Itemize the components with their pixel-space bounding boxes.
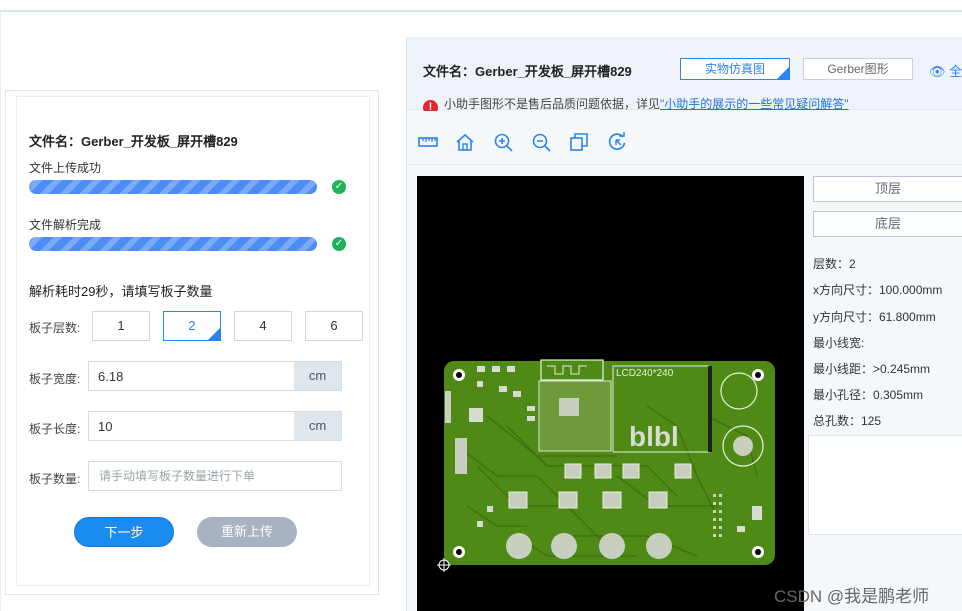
bottom-layer-button[interactable]: 底层 bbox=[813, 211, 962, 237]
width-unit: cm bbox=[294, 362, 341, 390]
pcb-canvas[interactable]: LCD240*240 blbl bbox=[417, 176, 804, 611]
layer-option-2[interactable]: 2 ✓ bbox=[163, 311, 221, 341]
fullscreen-label: 全 bbox=[949, 64, 962, 79]
width-value: 6.18 bbox=[98, 369, 124, 384]
upload-status-label: 文件上传成功 bbox=[29, 161, 102, 175]
info-min-trace-width: 最小线宽: bbox=[813, 336, 865, 350]
length-value: 10 bbox=[98, 419, 113, 434]
parse-status-label: 文件解析完成 bbox=[29, 218, 102, 232]
pcb-logo-text: blbl bbox=[629, 421, 679, 452]
layer-option-6[interactable]: 6 bbox=[305, 311, 363, 341]
qty-field[interactable] bbox=[88, 461, 342, 491]
zoom-in-icon[interactable] bbox=[492, 131, 514, 153]
upload-panel: 文件名：Gerber_开发板_屏开槽829 文件上传成功 ✓ 文件解析完成 ✓ … bbox=[5, 90, 379, 595]
parse-time-message: 解析耗时29秒，请填写板子数量 bbox=[29, 284, 213, 299]
preview-panel: 文件名：Gerber_开发板_屏开槽829 实物仿真图 Gerber图形 👁 全… bbox=[406, 37, 962, 611]
ruler-icon[interactable] bbox=[417, 131, 439, 153]
preview-header: 文件名：Gerber_开发板_屏开槽829 实物仿真图 Gerber图形 👁 全… bbox=[407, 37, 962, 115]
upload-progress-bar bbox=[29, 180, 317, 194]
copy-icon[interactable] bbox=[568, 131, 590, 153]
qty-input[interactable] bbox=[89, 462, 341, 490]
top-border bbox=[0, 0, 962, 12]
layer-option-1[interactable]: 1 bbox=[92, 311, 150, 341]
upload-success-icon: ✓ bbox=[332, 180, 346, 194]
eye-icon: 👁 bbox=[929, 64, 946, 79]
tab-gerber[interactable]: Gerber图形 bbox=[803, 58, 913, 80]
qty-label: 板子数量: bbox=[29, 472, 81, 486]
parse-success-icon: ✓ bbox=[332, 237, 346, 251]
pcb-lcd-label: LCD240*240 bbox=[616, 368, 674, 379]
faq-link[interactable]: "小助手的展示的一些常见疑问解答" bbox=[660, 97, 849, 111]
info-y-size: y方向尺寸：61.800mm bbox=[813, 310, 936, 324]
tab-real-simulation[interactable]: 实物仿真图 bbox=[680, 58, 790, 80]
info-min-hole: 最小孔径：0.305mm bbox=[813, 388, 924, 402]
rotate-icon[interactable] bbox=[606, 131, 628, 153]
info-extra-box bbox=[808, 435, 962, 535]
reupload-button[interactable]: 重新上传 bbox=[197, 517, 297, 547]
watermark: CSDN @我是鹏老师 bbox=[774, 587, 930, 606]
home-icon[interactable] bbox=[454, 131, 476, 153]
pcb-image: LCD240*240 blbl bbox=[437, 359, 775, 572]
zoom-out-icon[interactable] bbox=[530, 131, 552, 153]
width-field[interactable]: 6.18 cm bbox=[88, 361, 342, 391]
length-label: 板子长度: bbox=[29, 422, 81, 436]
upload-file-title: 文件名：Gerber_开发板_屏开槽829 bbox=[29, 134, 238, 149]
fullscreen-button[interactable]: 👁 全 bbox=[929, 61, 962, 80]
warning-text: 小助手图形不是售后品质问题依据，详见 bbox=[444, 97, 661, 111]
selected-check-icon: ✓ bbox=[212, 323, 219, 332]
preview-toolbar bbox=[407, 111, 962, 165]
length-field[interactable]: 10 cm bbox=[88, 411, 342, 441]
layer-option-2-label: 2 bbox=[188, 318, 196, 333]
info-x-size: x方向尺寸：100.000mm bbox=[813, 283, 943, 297]
preview-file-title: 文件名：Gerber_开发板_屏开槽829 bbox=[423, 64, 632, 79]
layers-label: 板子层数: bbox=[29, 321, 81, 335]
info-hole-count: 总孔数：125 bbox=[813, 414, 882, 428]
next-step-button[interactable]: 下一步 bbox=[74, 517, 174, 547]
width-label: 板子宽度: bbox=[29, 372, 81, 386]
layer-option-4[interactable]: 4 bbox=[234, 311, 292, 341]
parse-progress-bar bbox=[29, 237, 317, 251]
top-layer-button[interactable]: 顶层 bbox=[813, 176, 962, 202]
length-unit: cm bbox=[294, 412, 341, 440]
info-min-spacing: 最小线距：>0.245mm bbox=[813, 362, 931, 376]
info-layers: 层数：2 bbox=[813, 257, 856, 271]
